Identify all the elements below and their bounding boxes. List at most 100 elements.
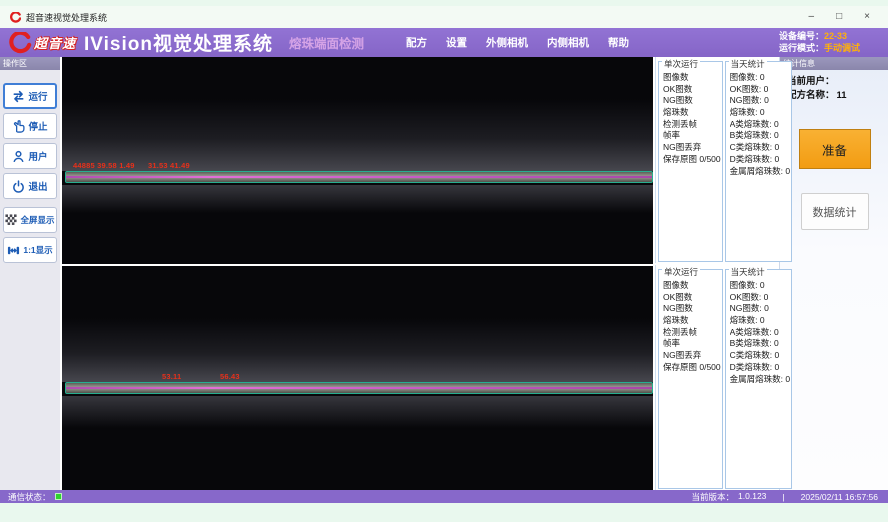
stat-row: A类熔珠数: 0 bbox=[730, 327, 790, 339]
minimize-icon[interactable]: – bbox=[809, 6, 815, 28]
measurement-annotation: 53.11 bbox=[162, 372, 181, 381]
user-button[interactable]: 用户 bbox=[3, 143, 57, 169]
stats-panel-outer: 单次运行 图像数OK图数NG图数熔珠数检测丢帧帧率NG图丢弃保存原图 0/500… bbox=[655, 57, 777, 263]
stat-row: A类熔珠数: 0 bbox=[730, 119, 790, 131]
recipe-name-label: 配方名称： bbox=[787, 89, 835, 103]
comm-status-indicator bbox=[55, 493, 62, 500]
today-stats-rows: 图像数: 0OK图数: 0NG图数: 0熔珠数: 0A类熔珠数: 0B类熔珠数:… bbox=[726, 270, 791, 385]
maximize-icon[interactable]: □ bbox=[836, 6, 842, 28]
stop-button[interactable]: 停止 bbox=[3, 113, 57, 139]
stat-row: NG图丢弃 bbox=[663, 142, 721, 154]
one-to-one-button[interactable]: 1:1显示 bbox=[3, 237, 57, 263]
today-stats-rows: 图像数: 0OK图数: 0NG图数: 0熔珠数: 0A类熔珠数: 0B类熔珠数:… bbox=[726, 62, 791, 177]
stat-row: 保存原图 0/500 bbox=[663, 362, 721, 374]
measurement-annotation: 31.53 41.49 bbox=[148, 161, 190, 170]
statistics-column: 单次运行 图像数OK图数NG图数熔珠数检测丢帧帧率NG图丢弃保存原图 0/500… bbox=[655, 57, 777, 490]
run-mode-row: 运行模式： 手动调试 bbox=[779, 43, 876, 54]
app-title: IVision视觉处理系统 bbox=[84, 29, 273, 56]
menu-item[interactable]: 配方 bbox=[406, 35, 427, 50]
image-haze bbox=[62, 318, 653, 382]
window-title: 超音速视觉处理系统 bbox=[26, 11, 107, 24]
current-user-label: 当前用户： bbox=[787, 75, 835, 89]
brand-swoosh-icon bbox=[8, 32, 32, 54]
detected-strip-roi bbox=[65, 382, 653, 394]
status-separator: | bbox=[782, 492, 784, 502]
stat-row: 检测丢帧 bbox=[663, 119, 721, 131]
run-button[interactable]: 运行 bbox=[3, 83, 57, 109]
datetime-value: 2025/02/11 16:57:56 bbox=[801, 492, 878, 502]
stat-row: OK图数: 0 bbox=[730, 84, 790, 96]
stat-row: 图像数: 0 bbox=[730, 72, 790, 84]
today-stats-groupbox: 当天统计 图像数: 0OK图数: 0NG图数: 0熔珠数: 0A类熔珠数: 0B… bbox=[725, 61, 792, 262]
window-controls: – □ × bbox=[809, 6, 878, 28]
comm-status-label: 通信状态： bbox=[8, 491, 51, 503]
measurement-annotation: 56.43 bbox=[220, 372, 240, 381]
brand-name: 超音速 bbox=[34, 33, 76, 52]
stat-row: D类熔珠数: 0 bbox=[730, 154, 790, 166]
run-mode-value: 手动调试 bbox=[824, 43, 876, 54]
stat-row: NG图数: 0 bbox=[730, 95, 790, 107]
app-logo-icon bbox=[10, 12, 21, 23]
sidebar-buttons: 运行 停止 用户 bbox=[0, 70, 60, 267]
stop-button-label: 停止 bbox=[28, 119, 47, 133]
version-label: 当前版本： bbox=[692, 491, 735, 503]
outer-camera-view[interactable]: 44885 39.58 1.49 31.53 41.49 bbox=[62, 57, 653, 264]
recipe-name-row: 配方名称： 11 bbox=[787, 89, 882, 103]
stats-panel-inner: 单次运行 图像数OK图数NG图数熔珠数检测丢帧帧率NG图丢弃保存原图 0/500… bbox=[655, 265, 777, 490]
single-run-rows: 图像数OK图数NG图数熔珠数检测丢帧帧率NG图丢弃保存原图 0/500 bbox=[659, 62, 722, 166]
stat-row: B类熔珠数: 0 bbox=[730, 338, 790, 350]
camera-viewport: 44885 39.58 1.49 31.53 41.49 53.11 56.43 bbox=[62, 57, 653, 490]
fullscreen-grid-icon bbox=[5, 214, 17, 226]
comm-status: 通信状态： bbox=[8, 491, 62, 503]
stop-hand-icon bbox=[12, 120, 25, 133]
stat-row: 金属屑熔珠数: 0 bbox=[730, 374, 790, 386]
stat-row: D类熔珠数: 0 bbox=[730, 362, 790, 374]
device-number-label: 设备编号： bbox=[779, 31, 824, 42]
groupbox-title: 单次运行 bbox=[662, 266, 700, 278]
detected-strip-roi bbox=[65, 171, 653, 183]
stat-row: 图像数: 0 bbox=[730, 280, 790, 292]
measurement-annotation: 44885 39.58 1.49 bbox=[73, 161, 135, 170]
stat-row: 帧率 bbox=[663, 338, 721, 350]
sidebar-title: 操作区 bbox=[0, 57, 60, 70]
exit-button[interactable]: 退出 bbox=[3, 173, 57, 199]
user-icon bbox=[12, 150, 25, 163]
stat-row: C类熔珠数: 0 bbox=[730, 350, 790, 362]
stat-row: 检测丢帧 bbox=[663, 327, 721, 339]
recipe-name-value: 11 bbox=[837, 89, 847, 103]
groupbox-title: 当天统计 bbox=[729, 58, 767, 70]
one-to-one-button-label: 1:1显示 bbox=[23, 244, 52, 256]
run-cycle-icon bbox=[12, 90, 25, 103]
stat-row: 熔珠数 bbox=[663, 315, 721, 327]
close-icon[interactable]: × bbox=[864, 6, 870, 28]
stat-row: 熔珠数: 0 bbox=[730, 107, 790, 119]
menu-item[interactable]: 外侧相机 bbox=[486, 35, 528, 50]
stat-row: NG图丢弃 bbox=[663, 350, 721, 362]
device-info: 设备编号： 22-33 运行模式： 手动调试 bbox=[779, 31, 880, 54]
current-user-row: 当前用户： bbox=[787, 75, 882, 89]
stat-row: 图像数 bbox=[663, 72, 721, 84]
fullscreen-button-label: 全屏显示 bbox=[20, 214, 54, 226]
main-area: 操作区 运行 停止 bbox=[0, 57, 888, 490]
stat-row: 帧率 bbox=[663, 130, 721, 142]
today-stats-groupbox: 当天统计 图像数: 0OK图数: 0NG图数: 0熔珠数: 0A类熔珠数: 0B… bbox=[725, 269, 792, 489]
single-run-rows: 图像数OK图数NG图数熔珠数检测丢帧帧率NG图丢弃保存原图 0/500 bbox=[659, 270, 722, 374]
operation-sidebar: 操作区 运行 停止 bbox=[0, 57, 60, 490]
data-statistics-button[interactable]: 数据统计 bbox=[801, 193, 869, 230]
stat-row: 保存原图 0/500 bbox=[663, 154, 721, 166]
image-haze bbox=[62, 185, 653, 213]
menu-item[interactable]: 帮助 bbox=[608, 35, 629, 50]
stat-row: 金属屑熔珠数: 0 bbox=[730, 166, 790, 178]
info-panel-body: 当前用户： 配方名称： 11 准备 数据统计 bbox=[780, 70, 888, 230]
prepare-button[interactable]: 准备 bbox=[799, 129, 871, 169]
inner-camera-view[interactable]: 53.11 56.43 bbox=[62, 266, 653, 490]
os-titlebar: 超音速视觉处理系统 – □ × bbox=[0, 6, 888, 28]
fullscreen-button[interactable]: 全屏显示 bbox=[3, 207, 57, 233]
stat-row: C类熔珠数: 0 bbox=[730, 142, 790, 154]
run-button-label: 运行 bbox=[28, 89, 47, 103]
menu-item[interactable]: 内侧相机 bbox=[547, 35, 589, 50]
stat-row: B类熔珠数: 0 bbox=[730, 130, 790, 142]
version-value: 1.0.123 bbox=[738, 491, 766, 503]
user-button-label: 用户 bbox=[28, 149, 47, 163]
menu-item[interactable]: 设置 bbox=[446, 35, 467, 50]
